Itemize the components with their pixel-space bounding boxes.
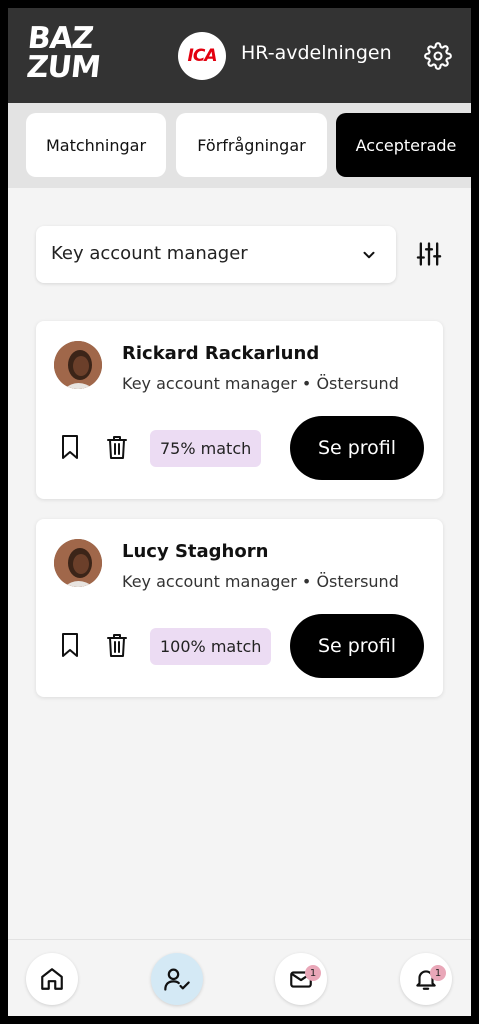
bookmark-icon[interactable]: [58, 631, 82, 659]
nav-candidates[interactable]: [151, 953, 203, 1005]
messages-badge: 1: [305, 965, 321, 981]
tab-matchningar[interactable]: Matchningar: [26, 113, 166, 177]
role-select-value: Key account manager: [51, 243, 248, 264]
match-badge: 75% match: [150, 430, 262, 467]
tab-bar: Matchningar Förfrågningar Accepterade: [8, 103, 471, 188]
org-logo[interactable]: ICA: [178, 32, 226, 80]
app-header: BAZ ZUM ICA HR-avdelningen: [8, 8, 471, 103]
app-screen: BAZ ZUM ICA HR-avdelningen Matchningar F…: [8, 8, 471, 1016]
avatar[interactable]: [54, 341, 102, 389]
candidate-card: Rickard Rackarlund Key account manager •…: [36, 321, 443, 499]
candidate-name[interactable]: Lucy Staghorn: [122, 541, 268, 562]
nav-notifications[interactable]: 1: [400, 953, 452, 1005]
trash-icon[interactable]: [105, 434, 129, 460]
gear-icon[interactable]: [424, 42, 452, 70]
candidate-card: Lucy Staghorn Key account manager • Öste…: [36, 519, 443, 697]
tab-accepterade[interactable]: Accepterade: [336, 113, 471, 177]
notifications-badge: 1: [430, 965, 446, 981]
see-profile-button[interactable]: Se profil: [290, 614, 424, 678]
candidate-subtitle: Key account manager • Östersund: [122, 374, 399, 393]
match-badge: 100% match: [150, 628, 272, 665]
see-profile-button[interactable]: Se profil: [290, 416, 424, 480]
bottom-navigation: 1 1: [8, 939, 471, 1016]
candidate-name[interactable]: Rickard Rackarlund: [122, 343, 319, 364]
candidate-subtitle: Key account manager • Östersund: [122, 572, 399, 591]
tab-forfragningar[interactable]: Förfrågningar: [176, 113, 327, 177]
bazzum-logo[interactable]: BAZ ZUM: [23, 21, 102, 88]
nav-messages[interactable]: 1: [275, 953, 327, 1005]
home-icon: [41, 968, 63, 990]
sliders-icon[interactable]: [415, 240, 443, 268]
avatar[interactable]: [54, 539, 102, 587]
bookmark-icon[interactable]: [58, 433, 82, 461]
nav-home[interactable]: [26, 953, 78, 1005]
user-check-icon: [164, 968, 190, 991]
trash-icon[interactable]: [105, 632, 129, 658]
org-name[interactable]: HR-avdelningen: [241, 42, 392, 64]
chevron-down-icon: [363, 251, 375, 259]
role-select[interactable]: Key account manager: [36, 226, 396, 283]
